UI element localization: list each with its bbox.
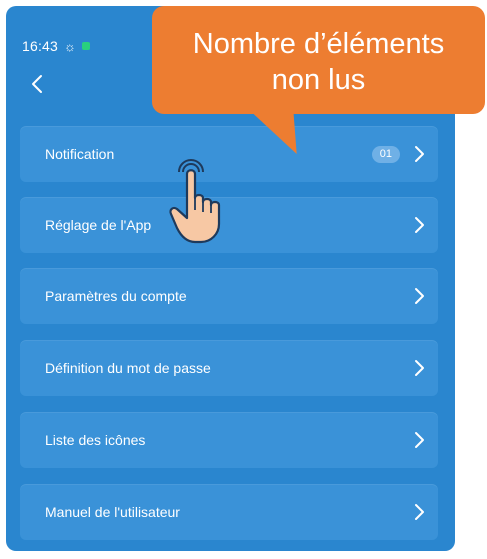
menu-item-label: Paramètres du compte — [45, 288, 187, 304]
menu-item-label: Manuel de l'utilisateur — [45, 504, 180, 520]
chevron-right-icon — [415, 432, 424, 448]
status-time: 16:43 — [22, 38, 59, 54]
menu-item-account-settings[interactable]: Paramètres du compte — [20, 268, 438, 324]
menu-item-label: Liste des icônes — [45, 432, 146, 448]
menu-item-label: Réglage de l'App — [45, 217, 152, 233]
chevron-right-icon — [415, 504, 424, 520]
chevron-right-icon — [415, 288, 424, 304]
callout-line-2: non lus — [271, 64, 366, 96]
chevron-left-icon — [32, 75, 42, 93]
callout-bubble: Nombre d’éléments non lus — [152, 6, 485, 114]
battery-icon — [82, 42, 91, 50]
menu-item-label: Définition du mot de passe — [45, 360, 211, 376]
status-bar: 16:43 ☼ — [22, 36, 91, 56]
callout-line-1: Nombre d’éléments — [192, 28, 445, 60]
mute-icon: ☼ — [64, 38, 77, 54]
chevron-right-icon — [415, 146, 424, 162]
menu-item-label: Notification — [45, 146, 115, 162]
back-button[interactable] — [26, 70, 48, 98]
menu-item-user-manual[interactable]: Manuel de l'utilisateur — [20, 484, 438, 540]
menu-item-password[interactable]: Définition du mot de passe — [20, 340, 438, 396]
hand-pointer-icon — [169, 159, 221, 244]
menu-item-icon-list[interactable]: Liste des icônes — [20, 412, 438, 468]
chevron-right-icon — [415, 217, 424, 233]
unread-count-badge: 01 — [371, 145, 400, 163]
chevron-right-icon — [415, 360, 424, 376]
